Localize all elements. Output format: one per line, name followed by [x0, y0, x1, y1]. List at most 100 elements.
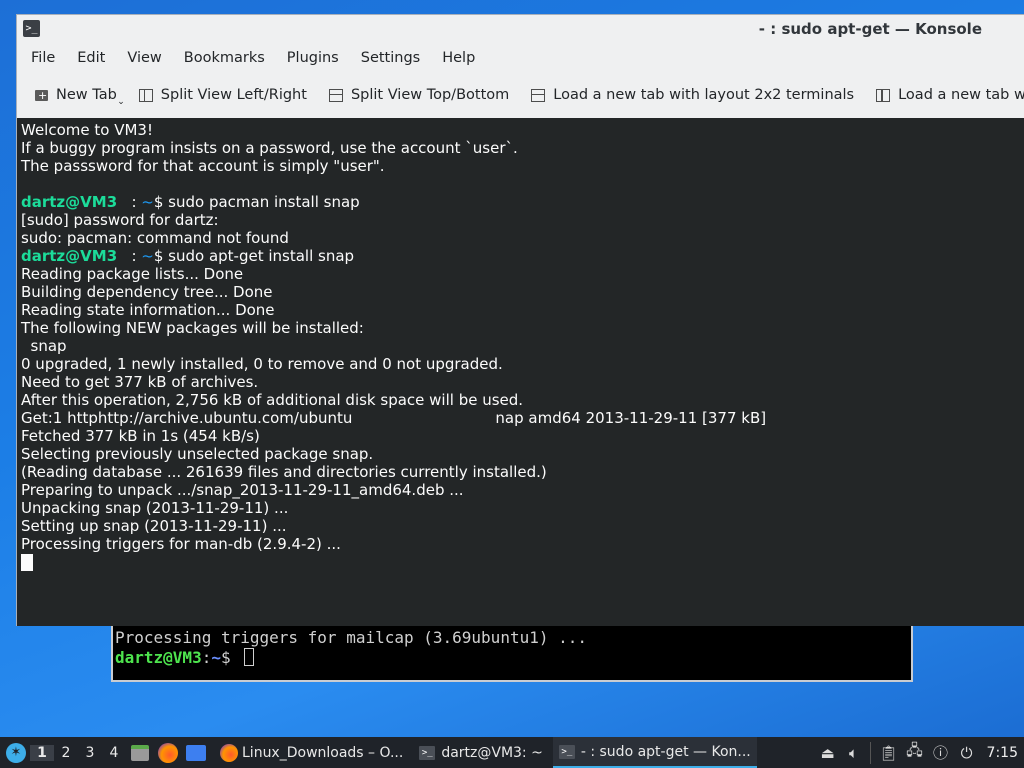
terminal-output-line: After this operation, 2,756 kB of additi…	[21, 391, 524, 409]
new-tab-button[interactable]: New Tab ⌄	[35, 87, 125, 107]
notification-icon[interactable]: ⓘ	[929, 741, 953, 765]
terminal-icon: >_	[419, 745, 436, 760]
layout-more-label: Load a new tab with lay	[898, 87, 1024, 103]
prompt-separator: :	[117, 247, 142, 265]
terminal-output-line: Building dependency tree... Done	[21, 283, 273, 301]
tray-separator	[869, 741, 871, 764]
prompt-path: ~	[141, 247, 154, 265]
split-top-bottom-label: Split View Top/Bottom	[350, 87, 510, 103]
terminal-prompt-line: dartz@VM3 : ~$ sudo apt-get install snap	[21, 247, 1024, 265]
clock[interactable]: 7:15	[987, 745, 1018, 761]
cursor-line	[21, 553, 1024, 571]
menu-plugins[interactable]: Plugins	[279, 50, 347, 66]
menu-edit[interactable]: Edit	[69, 50, 113, 66]
desktop-icon	[186, 744, 206, 761]
terminal-output-line: Processing triggers for man-db (2.9.4-2)…	[21, 535, 341, 553]
split-left-right-label: Split View Left/Right	[160, 87, 307, 103]
layout-2x2-label: Load a new tab with layout 2x2 terminals	[553, 87, 855, 103]
new-tab-icon	[35, 89, 48, 101]
folder-icon	[131, 744, 149, 761]
prompt-path: ~	[141, 193, 154, 211]
terminal-output-line: 0 upgraded, 1 newly installed, 0 to remo…	[21, 355, 503, 373]
eject-icon[interactable]: ⏏	[816, 741, 840, 765]
terminal-output-line: sudo: pacman: command not found	[21, 229, 289, 247]
terminal-output-line: Reading state information... Done	[21, 301, 275, 319]
prompt-command: $ sudo pacman install snap	[153, 193, 360, 211]
prompt-user: dartz@VM3	[21, 247, 118, 265]
terminal-output-line: Preparing to unpack .../snap_2013-11-29-…	[21, 481, 464, 499]
split-vertical-icon	[138, 88, 153, 102]
terminal-output-line: (Reading database ... 261639 files and d…	[21, 463, 547, 481]
new-tab-label: New Tab	[56, 87, 117, 103]
network-icon[interactable]: 🖧︎	[903, 741, 927, 765]
menu-view[interactable]: View	[119, 50, 169, 66]
task-label: - : sudo apt-get — Kon...	[580, 743, 751, 760]
firefox-icon	[220, 743, 238, 762]
desktop-switch-1[interactable]: 1	[30, 744, 54, 761]
prompt-separator: :	[117, 193, 142, 211]
task-label: Linux_Downloads – O...	[242, 744, 404, 761]
desktop-switch-3[interactable]: 3	[78, 745, 102, 761]
power-icon[interactable]: ⏻	[955, 741, 979, 765]
layout-icon	[531, 88, 546, 102]
split-left-right-button[interactable]: Split View Left/Right	[138, 87, 307, 103]
background-terminal-window[interactable]: Processing triggers for mailcap (3.69ubu…	[111, 618, 913, 682]
background-terminal-line: Processing triggers for mailcap (3.69ubu…	[115, 628, 588, 647]
terminal-output-line: Unpacking snap (2013-11-29-11) ...	[21, 499, 289, 517]
split-top-bottom-button[interactable]: Split View Top/Bottom	[328, 87, 510, 103]
app-menu-icon: ✶	[6, 742, 26, 763]
layout-icon	[876, 88, 891, 102]
layout-more-button[interactable]: Load a new tab with lay	[876, 87, 1024, 103]
prompt-path: ~	[211, 648, 221, 667]
terminal-output-line: Selecting previously unselected package …	[21, 445, 374, 463]
menu-file[interactable]: File	[23, 50, 63, 66]
task-label: dartz@VM3: ~	[441, 744, 543, 761]
title-bar[interactable]: >_ - : sudo apt-get — Konsole	[17, 15, 1024, 43]
layout-2x2-button[interactable]: Load a new tab with layout 2x2 terminals	[531, 87, 854, 103]
terminal-output-line: If a buggy program insists on a password…	[21, 139, 518, 157]
terminal-output-line: [sudo] password for dartz:	[21, 211, 219, 229]
prompt-separator: :	[201, 648, 212, 667]
menu-help[interactable]: Help	[434, 50, 483, 66]
terminal-output-line: Reading package lists... Done	[21, 265, 244, 283]
menu-bar: File Edit View Bookmarks Plugins Setting…	[17, 43, 1024, 73]
prompt-user: dartz@VM3	[21, 193, 118, 211]
terminal-output-line: Welcome to VM3!	[21, 121, 153, 139]
terminal-cursor	[21, 554, 33, 571]
terminal-output: Welcome to VM3! If a buggy program insist…	[21, 121, 1024, 553]
menu-settings[interactable]: Settings	[353, 50, 428, 66]
prompt-user: dartz@VM3	[115, 648, 202, 667]
desktop-switch-4[interactable]: 4	[102, 745, 126, 761]
terminal-area[interactable]: Welcome to VM3! If a buggy program insist…	[17, 118, 1024, 626]
clipboard-icon[interactable]: 📋︎	[877, 741, 901, 765]
terminal-output-line: snap	[21, 337, 67, 355]
task-firefox[interactable]: Linux_Downloads – O...	[214, 737, 409, 768]
task-terminal[interactable]: >_ dartz@VM3: ~	[413, 737, 549, 768]
split-horizontal-icon	[328, 88, 343, 102]
firefox-icon	[158, 742, 178, 763]
show-desktop-launcher[interactable]	[182, 739, 210, 767]
toolbar: New Tab ⌄ Split View Left/Right Split Vi…	[17, 73, 1024, 117]
desktop-switch-2[interactable]: 2	[54, 745, 78, 761]
taskbar: ✶ 1 2 3 4 Linux_Downloads – O... >_ dart…	[0, 737, 1024, 768]
task-konsole-active[interactable]: >_ - : sudo apt-get — Kon...	[552, 737, 757, 768]
application-launcher-button[interactable]: ✶	[2, 739, 30, 767]
terminal-output-line: Fetched 377 kB in 1s (454 kB/s)	[21, 427, 260, 445]
terminal-cursor	[244, 648, 255, 666]
window-title: - : sudo apt-get — Konsole	[758, 20, 982, 38]
chevron-down-icon[interactable]: ⌄	[117, 97, 125, 107]
terminal-prompt-line: dartz@VM3 : ~$ sudo pacman install snap	[21, 193, 1024, 211]
terminal-output-line: Setting up snap (2013-11-29-11) ...	[21, 517, 287, 535]
firefox-launcher[interactable]	[154, 739, 182, 767]
terminal-output-line: The passsword for that account is simply…	[21, 157, 385, 175]
prompt-symbol: $	[220, 648, 241, 667]
volume-icon[interactable]: 🔈︎	[842, 741, 866, 765]
terminal-icon[interactable]: >_	[23, 20, 40, 37]
konsole-window[interactable]: >_ - : sudo apt-get — Konsole File Edit …	[16, 14, 1024, 626]
menu-bookmarks[interactable]: Bookmarks	[176, 50, 273, 66]
terminal-output-line: The following NEW packages will be insta…	[21, 319, 364, 337]
file-manager-launcher[interactable]	[126, 739, 154, 767]
background-terminal-prompt: dartz@VM3:~$	[115, 648, 255, 667]
prompt-command: $ sudo apt-get install snap	[153, 247, 355, 265]
